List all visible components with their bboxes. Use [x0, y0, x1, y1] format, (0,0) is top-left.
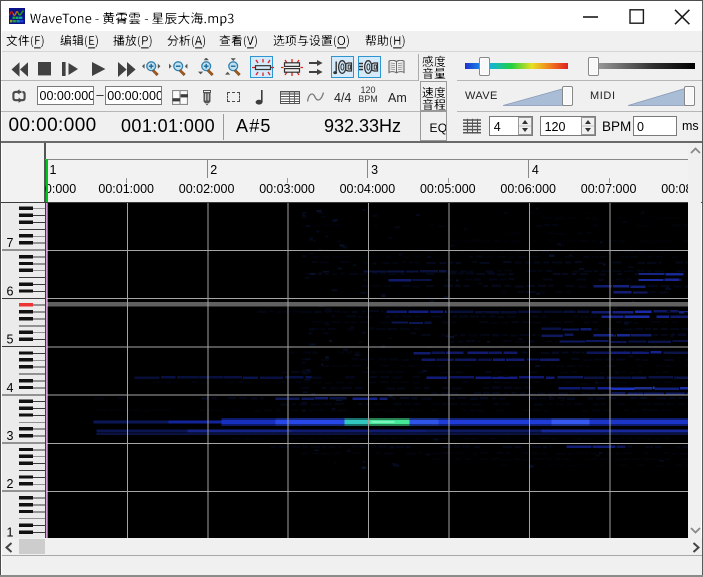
svg-text:2: 2 [7, 477, 14, 491]
svg-text:7: 7 [7, 236, 14, 250]
svg-text:5: 5 [7, 333, 14, 347]
svg-text:6: 6 [7, 284, 14, 298]
svg-text:3: 3 [7, 429, 14, 443]
svg-text:1: 1 [7, 525, 14, 538]
svg-text:4: 4 [7, 381, 14, 395]
